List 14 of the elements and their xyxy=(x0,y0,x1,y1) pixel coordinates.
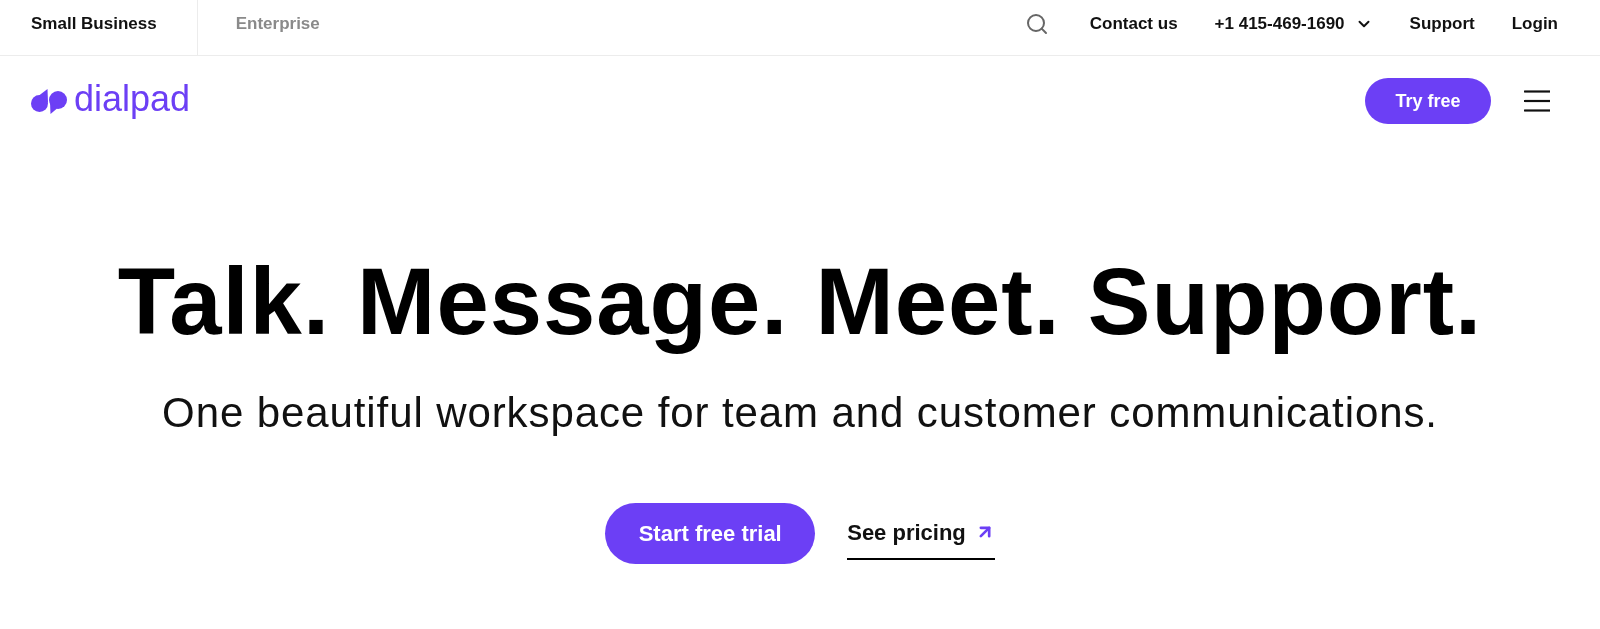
start-trial-button[interactable]: Start free trial xyxy=(605,503,816,565)
try-free-button[interactable]: Try free xyxy=(1365,78,1491,124)
hero-headline: Talk. Message. Meet. Support. xyxy=(117,248,1483,356)
see-pricing-link[interactable]: See pricing xyxy=(847,515,995,560)
search-icon[interactable] xyxy=(1024,11,1049,36)
menu-icon[interactable] xyxy=(1524,90,1550,112)
segment-tab[interactable]: Small Business xyxy=(31,0,197,55)
phone-dropdown[interactable]: +1 415-469-1690 xyxy=(1214,10,1373,37)
nav-link[interactable]: Support xyxy=(1409,10,1475,37)
hero-subheadline: One beautiful workspace for team and customer communications. xyxy=(162,390,1438,437)
logo-icon xyxy=(31,88,67,114)
nav-link[interactable]: Contact us xyxy=(1089,10,1178,37)
logo-wordmark: dialpad xyxy=(74,81,191,117)
nav-link[interactable]: Login xyxy=(1511,10,1558,37)
